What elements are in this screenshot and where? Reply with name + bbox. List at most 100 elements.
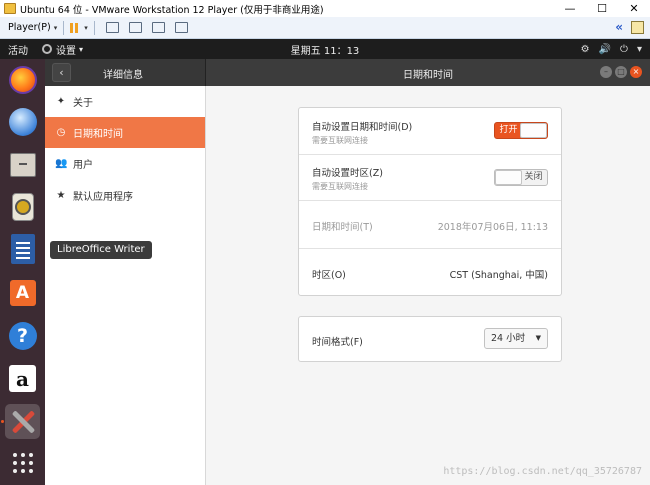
switch-label: 关闭 (524, 172, 543, 182)
power-icon: ⏻ (620, 43, 628, 55)
sidebar-header-title: 详细信息 (103, 70, 143, 81)
time-format-row: 时间格式(F) 24 小时 ▼ (299, 317, 561, 361)
timezone-row[interactable]: 时区(O) CST (Shanghai, 中国) (299, 249, 561, 295)
date-time-panel: 自动设置日期和时间(D) 需要互联网连接 打开 自动设置时区(Z) 需要互联网连… (206, 86, 650, 485)
auto-timezone-row: 自动设置时区(Z) 需要互联网连接 关闭 (299, 155, 561, 201)
dock-item-libreoffice-writer[interactable] (5, 231, 40, 266)
maximize-icon[interactable]: □ (615, 66, 627, 78)
datetime-row[interactable]: 日期和时间(T) 2018年07月06日, 11:13 (299, 201, 561, 249)
dropdown-arrow-icon: ▼ (535, 334, 541, 342)
switch-knob (495, 170, 522, 185)
time-format-value: 24 小时 (491, 333, 526, 344)
auto-timezone-switch[interactable]: 关闭 (494, 169, 548, 186)
libreoffice-writer-icon (10, 233, 35, 264)
settings-menu-label: 设置 (56, 45, 76, 57)
settings-tools-icon (9, 408, 37, 436)
sidebar-item-about[interactable]: ✦ 关于 (45, 86, 205, 117)
ubuntu-top-panel: 活动 设置 ▾ 星期五 11：13 ⚙ 🔊 ⏻ ▾ (0, 39, 650, 59)
window-title: Ubuntu 64 位 - VMware Workstation 12 Play… (20, 4, 324, 16)
help-icon: ? (8, 321, 37, 350)
auto-datetime-row: 自动设置日期和时间(D) 需要互联网连接 打开 (299, 108, 561, 155)
dock-item-thunderbird[interactable] (5, 104, 40, 139)
collapse-icon[interactable]: « (615, 20, 623, 34)
time-format-card: 时间格式(F) 24 小时 ▼ (298, 316, 562, 362)
sidebar-item-users[interactable]: 👥 用户 (45, 148, 205, 179)
amazon-icon: a (9, 365, 36, 392)
toolbar-divider (93, 20, 95, 35)
settings-app-menu[interactable]: 设置 ▾ (42, 42, 83, 57)
sparkle-icon: ✦ (56, 96, 66, 107)
time-format-label: 时间格式(F) (312, 337, 363, 348)
close-icon[interactable]: × (630, 66, 642, 78)
devices-icon[interactable] (105, 22, 119, 33)
chevron-down-icon[interactable]: ▾ (54, 24, 58, 32)
dock-item-ubuntu-software[interactable]: A (5, 275, 40, 310)
software-store-icon: A (9, 279, 36, 306)
sidebar-item-label: 日期和时间 (73, 129, 123, 140)
dock-item-help[interactable]: ? (5, 318, 40, 353)
send-ctrl-alt-del-icon[interactable] (128, 22, 142, 33)
maximize-icon[interactable]: ☐ (586, 0, 618, 17)
timezone-value: CST (Shanghai, 中国) (449, 270, 548, 281)
page-title: 日期和时间 (403, 70, 453, 81)
apps-grid-icon (12, 452, 33, 473)
content-header: 日期和时间 – □ × (206, 59, 650, 86)
dock-tooltip: LibreOffice Writer (50, 241, 152, 259)
running-indicator (1, 420, 4, 423)
unity-icon[interactable] (174, 22, 188, 33)
close-icon[interactable]: ✕ (618, 0, 650, 17)
timezone-label: 时区(O) (312, 270, 346, 281)
player-menu-button[interactable]: Player(P) (8, 22, 51, 33)
activities-button[interactable]: 活动 (8, 42, 28, 57)
files-icon (9, 152, 36, 177)
network-icon: ⚙ (580, 43, 590, 55)
datetime-value: 2018年07月06日, 11:13 (437, 222, 548, 233)
rhythmbox-icon (11, 192, 34, 221)
show-applications-button[interactable] (5, 445, 40, 480)
clock[interactable]: 星期五 11：13 (0, 42, 650, 57)
dock-item-settings[interactable] (5, 404, 40, 439)
dock-item-firefox[interactable] (5, 62, 40, 97)
details-sidebar: ✦ 关于 ◷ 日期和时间 👥 用户 ★ 默认应用程序 (45, 86, 206, 485)
minimize-icon[interactable]: — (554, 0, 586, 17)
sidebar-item-default-apps[interactable]: ★ 默认应用程序 (45, 180, 205, 211)
fullscreen-icon[interactable] (151, 22, 165, 33)
vmware-app-icon (4, 3, 16, 14)
back-button[interactable]: ‹ (52, 63, 71, 82)
sidebar-item-label: 默认应用程序 (73, 192, 133, 203)
ubuntu-dock: A ? a (0, 59, 45, 485)
window-title-bar: Ubuntu 64 位 - VMware Workstation 12 Play… (0, 0, 650, 17)
gear-icon (42, 44, 52, 54)
sidebar-item-date-time[interactable]: ◷ 日期和时间 (45, 117, 205, 148)
auto-datetime-switch[interactable]: 打开 (494, 122, 548, 139)
dock-item-amazon[interactable]: a (5, 361, 40, 396)
toolbar-divider (63, 20, 65, 35)
auto-datetime-subtitle: 需要互联网连接 (312, 136, 368, 145)
sidebar-item-label: 用户 (73, 160, 93, 171)
system-tray[interactable]: ⚙ 🔊 ⏻ ▾ (581, 44, 642, 55)
dock-item-rhythmbox[interactable] (5, 189, 40, 224)
switch-knob (520, 123, 547, 138)
date-time-settings-card: 自动设置日期和时间(D) 需要互联网连接 打开 自动设置时区(Z) 需要互联网连… (298, 107, 562, 296)
auto-timezone-label: 自动设置时区(Z) (312, 168, 383, 179)
window-controls: — ☐ ✕ (554, 0, 650, 17)
settings-window-controls: – □ × (600, 66, 642, 78)
sidebar-header: ‹ 详细信息 (45, 59, 206, 86)
vmware-toolbar: Player(P) ▾ ▾ « (0, 17, 650, 39)
notes-icon[interactable] (631, 20, 644, 34)
chevron-down-icon[interactable]: ▾ (84, 24, 88, 32)
auto-datetime-label: 自动设置日期和时间(D) (312, 122, 413, 133)
thunderbird-icon (8, 107, 37, 136)
dock-item-files[interactable] (5, 147, 40, 182)
watermark: https://blog.csdn.net/qq_35726787 (443, 466, 642, 477)
sidebar-item-label: 关于 (73, 98, 93, 109)
toolbar-right: « (615, 20, 644, 34)
users-icon: 👥 (55, 158, 68, 169)
volume-icon: 🔊 (598, 43, 612, 55)
pause-icon[interactable] (70, 22, 79, 33)
minimize-icon[interactable]: – (600, 66, 612, 78)
star-icon: ★ (56, 190, 66, 201)
time-format-dropdown[interactable]: 24 小时 ▼ (484, 328, 548, 349)
chevron-down-icon: ▾ (636, 43, 642, 55)
switch-label: 打开 (499, 125, 518, 135)
